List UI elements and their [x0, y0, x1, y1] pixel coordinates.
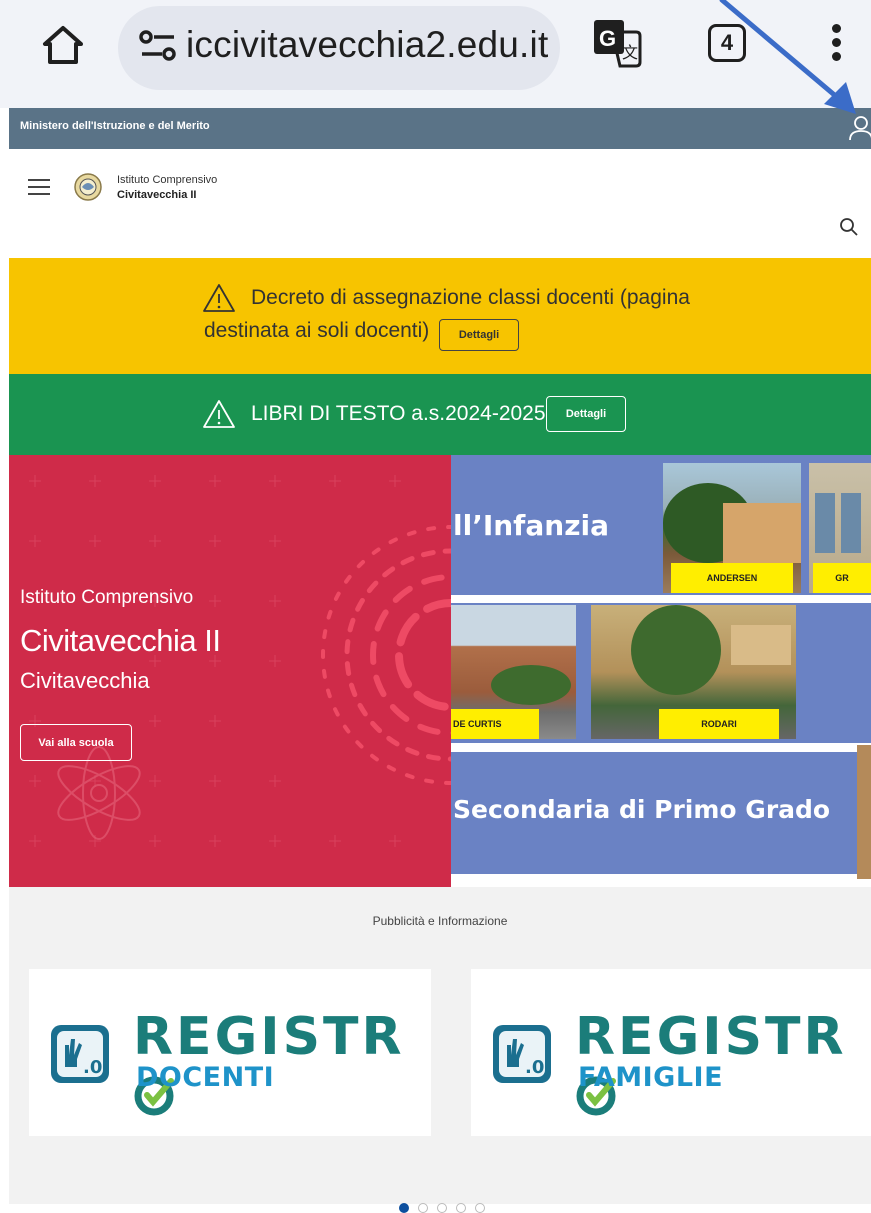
search-icon[interactable] [839, 217, 859, 237]
home-icon[interactable] [40, 22, 86, 68]
label-gr: GR [813, 563, 871, 593]
banner-text-line1: Decreto di assegnazione classi docenti (… [251, 286, 690, 309]
tab-count-button[interactable]: 4 [708, 24, 746, 62]
pubblicita-title: Pubblicità e Informazione [372, 914, 508, 928]
ministry-link[interactable]: Ministero dell'Istruzione e del Merito [20, 120, 210, 132]
browser-toolbar: iccivitavecchia2.edu.it G 文 4 [0, 0, 871, 108]
site-settings-icon[interactable] [138, 28, 178, 64]
hero-slide[interactable]: ll’Infanzia ANDERSEN GR DE CURTIS RODARI… [451, 455, 871, 887]
hero-section: Istituto Comprensivo Civitavecchia II Ci… [9, 455, 871, 887]
user-icon[interactable] [847, 115, 871, 141]
address-bar[interactable]: iccivitavecchia2.edu.it [118, 6, 560, 90]
site-header: Istituto Comprensivo Civitavecchia II [9, 149, 871, 259]
alert-banner-decreto: Decreto di assegnazione classi docenti (… [9, 258, 871, 374]
ministry-bar: Ministero dell'Istruzione e del Merito [9, 108, 871, 149]
translate-icon[interactable]: G 文 [592, 18, 644, 70]
hero-school-panel: Istituto Comprensivo Civitavecchia II Ci… [9, 455, 451, 887]
svg-text:.0: .0 [525, 1057, 544, 1078]
hero-pretitle: Istituto Comprensivo [20, 587, 194, 608]
svg-text:.0: .0 [83, 1057, 102, 1078]
url-text[interactable]: iccivitavecchia2.edu.it [186, 24, 548, 66]
warning-icon [203, 284, 235, 312]
registro-famiglie-label: FAMIGLIE [578, 1062, 724, 1093]
carousel-dot[interactable] [456, 1203, 466, 1213]
label-rodari: RODARI [659, 709, 779, 739]
svg-text:文: 文 [622, 44, 638, 62]
banner-text-line2: destinata ai soli docenti) [204, 319, 430, 342]
slide-heading-infanzia: ll’Infanzia [453, 509, 609, 542]
registro-docenti-card[interactable]: .0 REGISTR DOCENTI [29, 969, 431, 1136]
school-name[interactable]: Civitavecchia II [117, 189, 197, 201]
menu-icon[interactable] [28, 179, 50, 195]
hero-title: Civitavecchia II [20, 623, 221, 658]
slide-heading-secondaria: Secondaria di Primo Grado [453, 795, 831, 824]
photo-secondaria [857, 745, 871, 879]
more-options-icon[interactable] [826, 24, 846, 68]
school-logo[interactable] [73, 169, 103, 205]
svg-text:G: G [599, 26, 616, 51]
banner-text: LIBRI DI TESTO a.s.2024-2025 [251, 402, 546, 425]
vai-alla-scuola-button[interactable]: Vai alla scuola [20, 724, 132, 761]
hero-subtitle: Civitavecchia [20, 668, 150, 693]
dettagli-button[interactable]: Dettagli [439, 319, 519, 351]
registro-docenti-logo-icon: .0 [51, 1025, 109, 1083]
carousel-dot[interactable] [399, 1203, 409, 1213]
carousel-dot[interactable] [418, 1203, 428, 1213]
registro-famiglie-card[interactable]: .0 REGISTR FAMIGLIE [471, 969, 871, 1136]
school-type[interactable]: Istituto Comprensivo [117, 174, 217, 186]
carousel-dot[interactable] [475, 1203, 485, 1213]
alert-banner-libri: LIBRI DI TESTO a.s.2024-2025 Dettagli [9, 374, 871, 455]
warning-icon [203, 400, 235, 428]
carousel-dot[interactable] [437, 1203, 447, 1213]
label-de-curtis: DE CURTIS [451, 709, 539, 739]
dettagli-button[interactable]: Dettagli [546, 396, 626, 432]
registro-docenti-label: DOCENTI [136, 1062, 275, 1093]
label-andersen: ANDERSEN [671, 563, 793, 593]
pubblicita-section: Pubblicità e Informazione .0 REGISTR DOC… [9, 887, 871, 1213]
registro-famiglie-logo-icon: .0 [493, 1025, 551, 1083]
